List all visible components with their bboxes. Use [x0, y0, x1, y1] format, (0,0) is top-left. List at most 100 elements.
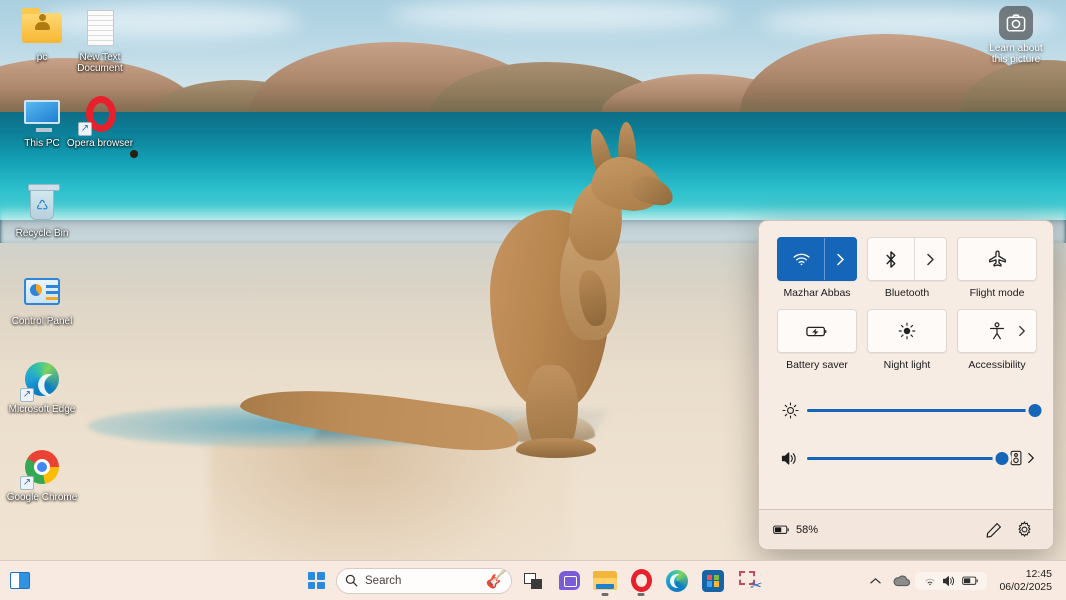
taskbar-app-snipping-tool[interactable]: ✂ [734, 566, 764, 596]
search-icon [345, 574, 358, 587]
accessibility-tile[interactable] [957, 309, 1037, 353]
this-pc-icon [20, 92, 64, 136]
desktop-icon-label: Control Panel [11, 316, 73, 327]
desktop-icon-label: Opera browser [66, 138, 134, 149]
brightness-slider[interactable] [807, 400, 1045, 420]
desktop-icon-label: Microsoft Edge [8, 404, 76, 415]
desktop-icon-label: Recycle Bin [15, 228, 69, 239]
desktop-icon-microsoft-edge[interactable]: ↗ Microsoft Edge [4, 358, 80, 415]
taskbar-app-file-explorer[interactable] [590, 566, 620, 596]
volume-slider[interactable] [807, 448, 1012, 468]
desktop-icon-label: Google Chrome [6, 492, 78, 503]
learn-about-picture-button[interactable]: Learn about this picture [978, 6, 1054, 65]
wifi-label: Mazhar Abbas [783, 287, 851, 299]
opera-icon [630, 569, 652, 592]
file-explorer-icon [593, 571, 617, 590]
quick-setting-bluetooth[interactable]: Bluetooth [867, 237, 947, 299]
quick-setting-flight-mode[interactable]: Flight mode [957, 237, 1037, 299]
audio-output-icon[interactable] [1010, 450, 1022, 466]
quick-settings-panel: Mazhar Abbas Bluetooth Flight mode Batte… [758, 220, 1054, 550]
volume-icon [777, 451, 803, 466]
desktop-icon-google-chrome[interactable]: ↗ Google Chrome [4, 446, 80, 503]
battery-saver-icon [806, 326, 827, 336]
desktop-icon-control-panel[interactable]: Control Panel [4, 270, 80, 327]
bluetooth-expand-button[interactable] [915, 253, 946, 266]
microsoft-store-icon [702, 569, 724, 592]
quick-setting-battery-saver[interactable]: Battery saver [777, 309, 857, 371]
edit-pencil-icon [986, 522, 1001, 538]
wifi-icon [923, 575, 937, 586]
quick-settings-footer: 58% [759, 509, 1053, 549]
battery-saver-label: Battery saver [786, 359, 848, 371]
wifi-tile[interactable] [777, 237, 857, 281]
battery-saver-tile[interactable] [777, 309, 857, 353]
taskbar: Search 🎸 ✂ 12:45 06/02/2025 [0, 560, 1066, 600]
show-hidden-icons-button[interactable] [863, 566, 887, 596]
accessibility-icon [990, 322, 1004, 340]
accessibility-label: Accessibility [968, 359, 1026, 371]
text-document-icon [78, 6, 122, 50]
folder-user-icon [20, 6, 64, 50]
wallpaper-kangaroo [130, 121, 690, 459]
search-box[interactable]: Search 🎸 [336, 567, 512, 594]
night-light-tile[interactable] [867, 309, 947, 353]
chat-icon [558, 571, 580, 590]
search-placeholder: Search [365, 574, 402, 587]
taskbar-clock[interactable]: 12:45 06/02/2025 [989, 568, 1058, 594]
volume-slider-row[interactable] [777, 441, 1035, 475]
battery-percent-label: 58% [796, 523, 819, 536]
running-indicator [637, 593, 645, 596]
running-indicator [601, 593, 609, 596]
wifi-expand-button[interactable] [825, 253, 856, 266]
brightness-slider-row[interactable] [777, 393, 1045, 427]
clock-time: 12:45 [1025, 567, 1052, 580]
taskbar-app-microsoft-edge[interactable] [662, 566, 692, 596]
shortcut-arrow-icon: ↗ [20, 388, 34, 402]
taskbar-app-microsoft-store[interactable] [698, 566, 728, 596]
windows-logo-icon [307, 572, 325, 589]
volume-slider-thumb[interactable] [992, 448, 1012, 468]
open-settings-button[interactable] [1009, 517, 1039, 543]
learn-about-picture-line1: Learn about [989, 43, 1043, 54]
wifi-icon[interactable] [778, 238, 824, 280]
taskbar-app-task-view[interactable] [518, 566, 548, 596]
desktop-icon-opera-browser[interactable]: ↗ Opera browser [62, 92, 138, 149]
desktop-icon-label: New Text Document [77, 52, 123, 74]
control-panel-icon [20, 270, 64, 314]
flight-mode-label: Flight mode [969, 287, 1025, 299]
camera-icon [999, 6, 1033, 40]
bluetooth-tile[interactable] [867, 237, 947, 281]
bluetooth-label: Bluetooth [884, 287, 930, 299]
battery-icon [962, 576, 979, 586]
quick-setting-night-light[interactable]: Night light [867, 309, 947, 371]
taskbar-system-tray: 12:45 06/02/2025 [863, 561, 1066, 600]
taskbar-app-opera[interactable] [626, 566, 656, 596]
snipping-tool-icon: ✂ [738, 570, 761, 593]
quick-settings-tile-grid: Mazhar Abbas Bluetooth Flight mode Batte… [777, 237, 1037, 371]
edit-quick-settings-button[interactable] [979, 517, 1009, 543]
bluetooth-icon[interactable] [868, 238, 914, 280]
learn-about-picture-line2: this picture [991, 54, 1041, 65]
onedrive-icon[interactable] [889, 566, 913, 596]
taskbar-quick-settings-button[interactable] [915, 571, 988, 590]
battery-icon [773, 525, 790, 535]
flight-mode-tile[interactable] [957, 237, 1037, 281]
accessibility-expand-button[interactable] [1018, 325, 1026, 337]
shortcut-arrow-icon: ↗ [20, 476, 34, 490]
night-light-label: Night light [883, 359, 931, 371]
gear-icon [1017, 521, 1031, 538]
quick-setting-accessibility[interactable]: Accessibility [957, 309, 1037, 371]
volume-slider-fill [807, 456, 1002, 460]
volume-icon [942, 575, 957, 587]
start-button[interactable] [302, 567, 330, 595]
audio-output-expand-button[interactable] [1027, 452, 1035, 464]
quick-setting-wifi[interactable]: Mazhar Abbas [777, 237, 857, 299]
taskbar-widgets-button[interactable] [0, 572, 40, 589]
taskbar-app-chat[interactable] [554, 566, 584, 596]
desktop-icon-recycle-bin[interactable]: ♺ Recycle Bin [4, 182, 80, 239]
battery-status[interactable]: 58% [773, 524, 818, 536]
night-light-icon [898, 322, 916, 340]
taskbar-center-group: Search 🎸 ✂ [302, 566, 764, 596]
desktop-icon-new-text-document[interactable]: New Text Document [62, 6, 138, 74]
brightness-slider-thumb[interactable] [1025, 400, 1045, 420]
